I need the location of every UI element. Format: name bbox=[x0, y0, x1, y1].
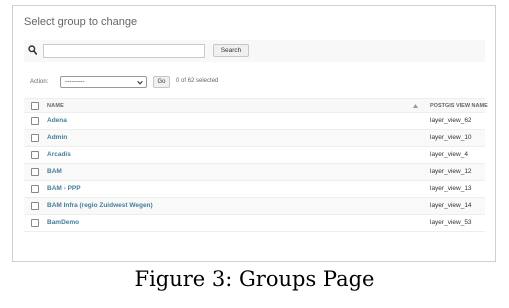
layer-view-name: layer_view_12 bbox=[430, 168, 472, 175]
row-checkbox[interactable] bbox=[31, 202, 39, 210]
row-checkbox[interactable] bbox=[31, 117, 39, 125]
select-all-checkbox[interactable] bbox=[31, 102, 39, 110]
go-button[interactable]: Go bbox=[153, 76, 170, 88]
group-name-link[interactable]: Admin bbox=[47, 134, 67, 141]
row-checkbox[interactable] bbox=[31, 168, 39, 176]
search-button[interactable]: Search bbox=[213, 44, 249, 57]
action-select-value: --------- bbox=[65, 78, 85, 85]
table-header-row: NAME POSTGIS VIEW NAME bbox=[24, 98, 488, 113]
sort-ascending-icon[interactable] bbox=[413, 104, 418, 108]
group-name-link[interactable]: Arcadis bbox=[47, 151, 71, 158]
group-name-link[interactable]: Adena bbox=[47, 117, 67, 124]
row-checkbox[interactable] bbox=[31, 151, 39, 159]
layer-view-name: layer_view_53 bbox=[430, 219, 472, 226]
row-checkbox[interactable] bbox=[31, 134, 39, 142]
table-row: BAM Infra (regio Zuidwest Wegen) layer_v… bbox=[24, 198, 485, 215]
column-header-name[interactable]: NAME bbox=[47, 103, 64, 109]
group-name-link[interactable]: BAM - PPP bbox=[47, 185, 81, 192]
layer-view-name: layer_view_13 bbox=[430, 185, 472, 192]
chevron-down-icon bbox=[137, 80, 143, 85]
table-row: BAM - PPP layer_view_13 bbox=[24, 181, 485, 198]
group-name-link[interactable]: BAM bbox=[47, 168, 62, 175]
table-row: BamDemo layer_view_53 bbox=[24, 215, 485, 232]
table-row: BAM layer_view_12 bbox=[24, 164, 485, 181]
figure-caption: Figure 3: Groups Page bbox=[134, 267, 375, 291]
groups-admin-panel: Select group to change Search Action: --… bbox=[12, 5, 496, 262]
group-name-link[interactable]: BamDemo bbox=[47, 219, 79, 226]
results-table: NAME POSTGIS VIEW NAME Adena layer_view_… bbox=[24, 98, 488, 232]
row-checkbox[interactable] bbox=[31, 219, 39, 227]
search-icon bbox=[28, 45, 37, 55]
table-row: Admin layer_view_10 bbox=[24, 130, 485, 147]
column-header-postgis-view-name[interactable]: POSTGIS VIEW NAME bbox=[430, 103, 488, 109]
layer-view-name: layer_view_4 bbox=[430, 151, 468, 158]
layer-view-name: layer_view_10 bbox=[430, 134, 472, 141]
table-row: Adena layer_view_62 bbox=[24, 113, 485, 130]
action-label: Action: bbox=[30, 79, 49, 85]
row-checkbox[interactable] bbox=[31, 185, 39, 193]
page-title: Select group to change bbox=[24, 16, 138, 28]
layer-view-name: layer_view_62 bbox=[430, 117, 472, 124]
table-row: Arcadis layer_view_4 bbox=[24, 147, 485, 164]
layer-view-name: layer_view_14 bbox=[430, 202, 472, 209]
search-input[interactable] bbox=[43, 44, 205, 58]
search-toolbar: Search bbox=[24, 40, 485, 62]
selected-count: 0 of 62 selected bbox=[176, 78, 219, 84]
group-name-link[interactable]: BAM Infra (regio Zuidwest Wegen) bbox=[47, 202, 153, 209]
action-select[interactable]: --------- bbox=[60, 76, 147, 88]
